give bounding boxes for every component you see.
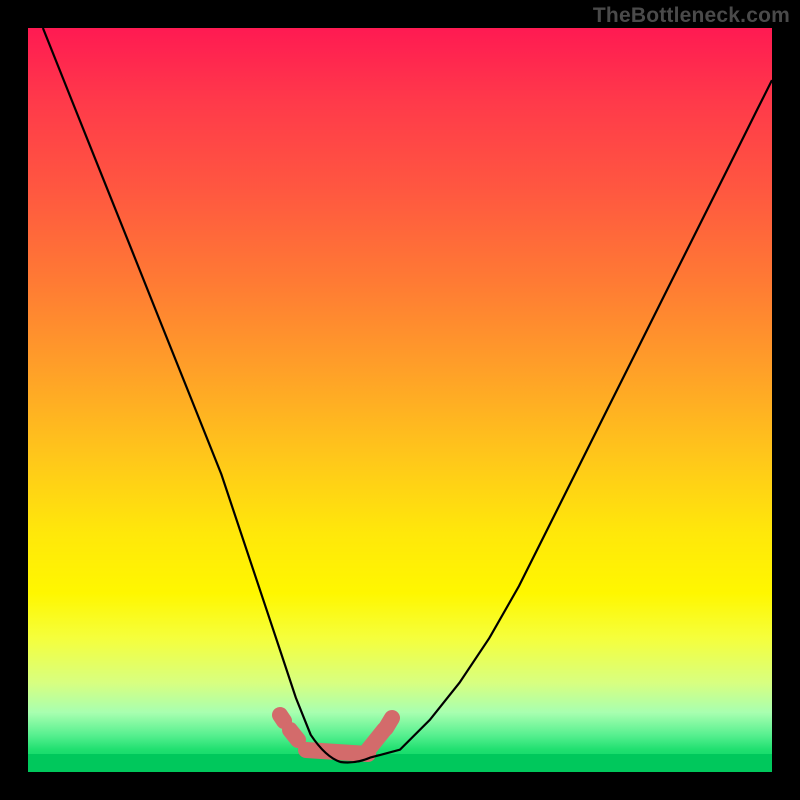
highlight-left-seg: [290, 730, 298, 740]
curve-svg: [28, 28, 772, 772]
highlight-bottom-flat: [306, 750, 368, 754]
highlight-right-dot: [386, 718, 392, 728]
highlight-left-dot: [280, 715, 284, 721]
watermark-text: TheBottleneck.com: [593, 4, 790, 28]
plot-area: [28, 28, 772, 772]
highlight-group: [280, 715, 392, 754]
bottleneck-curve-line: [43, 28, 772, 762]
chart-frame: TheBottleneck.com: [0, 0, 800, 800]
